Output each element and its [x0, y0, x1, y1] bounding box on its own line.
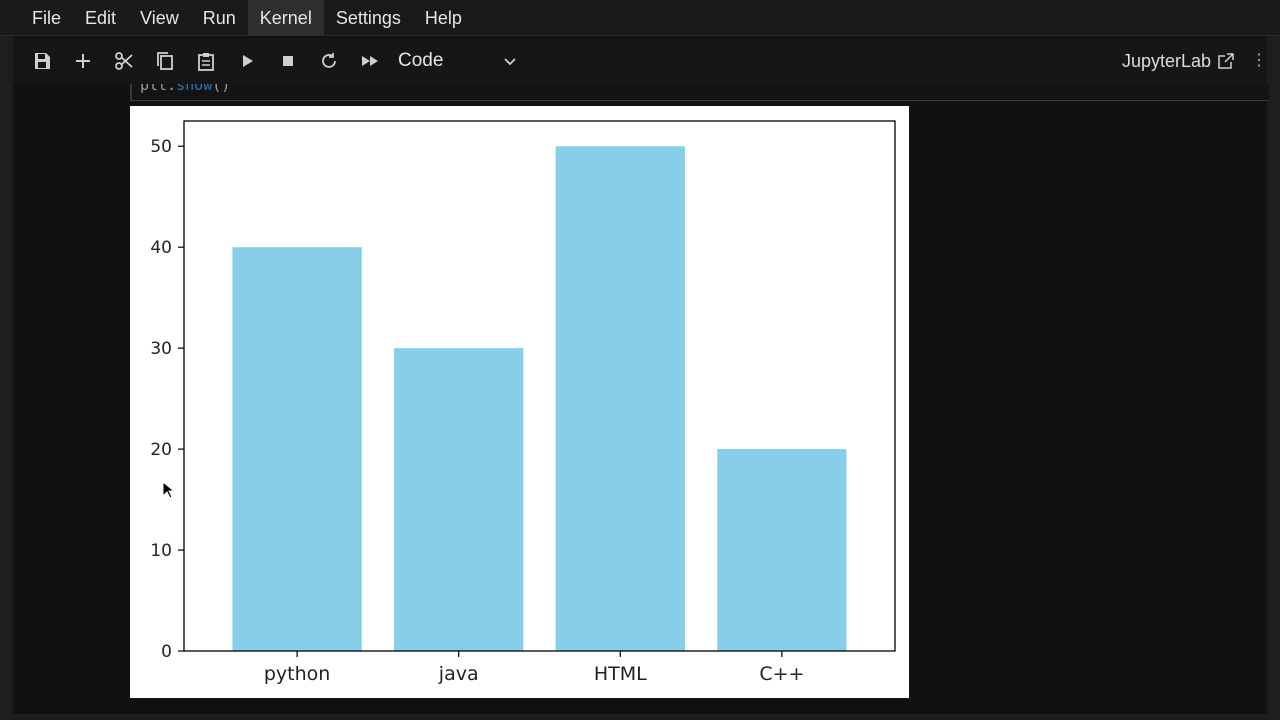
y-tick-label: 50 — [150, 137, 172, 157]
restart-icon — [321, 53, 336, 68]
paste-icon — [197, 53, 214, 71]
insert-cell-button[interactable] — [62, 38, 103, 84]
run-button[interactable] — [226, 38, 267, 84]
notebook-toolbar: Code JupyterLab ⋮ — [13, 38, 1267, 84]
y-tick-label: 40 — [150, 238, 172, 258]
status-strip — [0, 714, 1280, 720]
save-button[interactable] — [21, 38, 62, 84]
code-tail: () — [212, 84, 231, 94]
more-icon[interactable]: ⋮ — [1251, 50, 1267, 70]
bar-html — [555, 146, 685, 651]
x-tick-label: HTML — [594, 663, 647, 685]
menu-help[interactable]: Help — [413, 0, 474, 36]
cut-button[interactable] — [103, 38, 144, 84]
bar-java — [394, 348, 524, 651]
stop-icon — [282, 56, 293, 66]
plus-icon — [75, 54, 90, 68]
copy-icon — [156, 52, 173, 70]
menu-kernel[interactable]: Kernel — [247, 0, 324, 36]
cell-output: 0 10 20 30 40 50 python java HTML C++ — [130, 106, 909, 698]
menu-view[interactable]: View — [128, 0, 191, 36]
restart-button[interactable] — [308, 38, 349, 84]
menu-edit[interactable]: Edit — [73, 0, 128, 36]
left-sidebar-strip — [0, 36, 13, 720]
menu-settings[interactable]: Settings — [324, 0, 413, 36]
interrupt-button[interactable] — [267, 38, 308, 84]
paste-button[interactable] — [185, 38, 226, 84]
run-all-button[interactable] — [349, 38, 390, 84]
x-tick-label: python — [264, 663, 330, 685]
run-icon — [242, 55, 253, 67]
cell-type-label: Code — [398, 50, 444, 71]
menu-bar: File Edit View Run Kernel Settings Help — [0, 0, 1280, 36]
mouse-cursor-icon — [162, 481, 174, 499]
y-tick-label: 20 — [150, 440, 172, 460]
cell-type-dropdown[interactable]: Code — [398, 50, 518, 72]
menu-run[interactable]: Run — [191, 0, 248, 36]
menu-file[interactable]: File — [20, 0, 73, 36]
cut-icon — [114, 52, 133, 70]
fast-forward-icon — [361, 56, 378, 66]
y-tick-label: 30 — [150, 339, 172, 359]
right-sidebar-strip — [1267, 36, 1280, 720]
code-text: plt.show() — [140, 84, 230, 94]
external-link-icon — [1218, 53, 1234, 69]
x-tick-label: java — [438, 663, 479, 685]
code-object: plt. — [140, 84, 177, 94]
y-tick-label: 10 — [150, 541, 172, 561]
copy-button[interactable] — [144, 38, 185, 84]
jupyterlab-link[interactable]: JupyterLab — [1122, 38, 1235, 84]
code-cell-input[interactable]: plt.show() — [130, 84, 1269, 101]
bar-python — [232, 247, 362, 651]
jupyterlab-label: JupyterLab — [1121, 50, 1211, 71]
code-method: show — [176, 84, 213, 94]
chevron-down-icon — [504, 58, 516, 66]
y-tick-label: 0 — [161, 642, 172, 662]
x-tick-label: C++ — [759, 663, 804, 685]
bar-chart: 0 10 20 30 40 50 python java HTML C++ — [150, 120, 896, 685]
bar-cpp — [717, 449, 847, 651]
save-icon — [34, 53, 50, 69]
